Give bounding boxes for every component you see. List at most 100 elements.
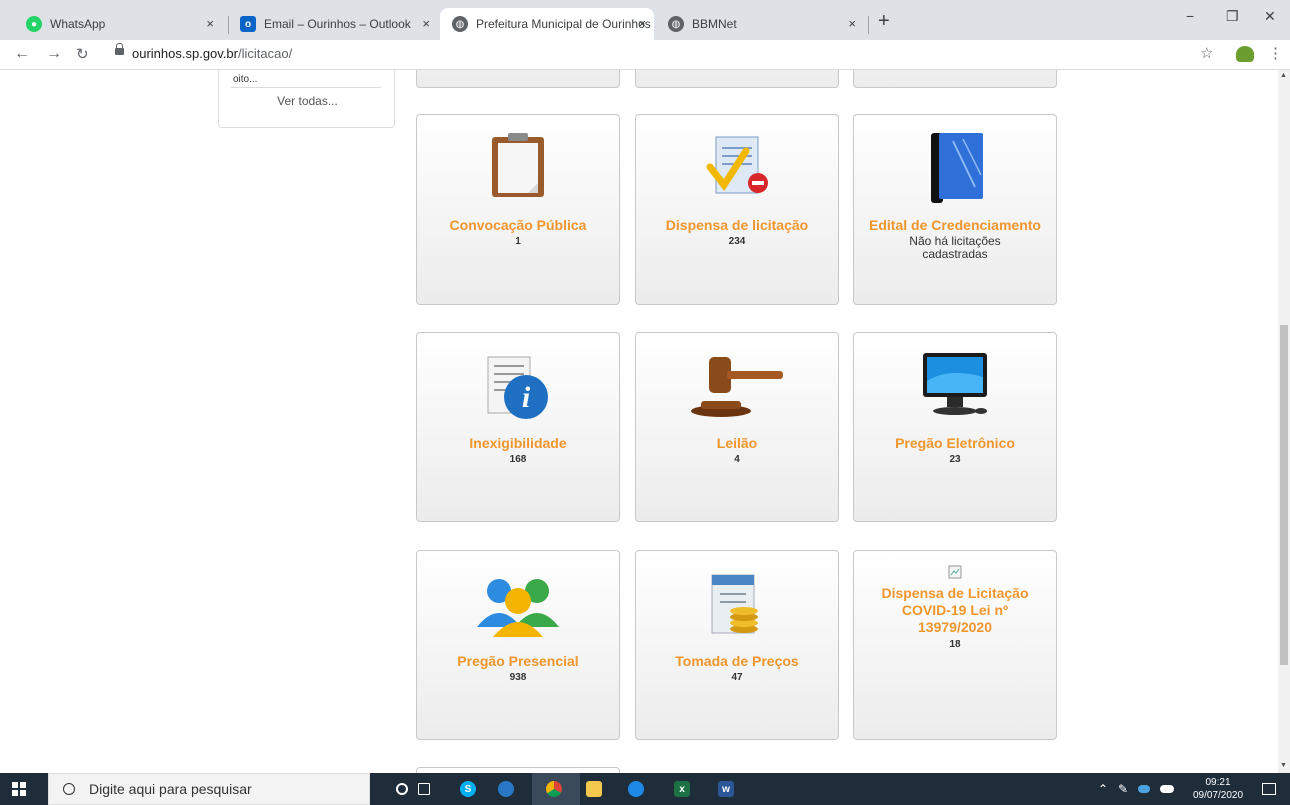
category-title[interactable]: Tomada de Preços <box>636 653 838 669</box>
url-host: ourinhos.sp.gov.br <box>132 46 238 61</box>
category-card-covid[interactable]: Dispensa de Licitação COVID-19 Lei nº 13… <box>853 550 1057 740</box>
tab-whatsapp[interactable]: ● WhatsApp × <box>14 8 224 40</box>
category-card-tomada-precos[interactable]: Tomada de Preços 47 <box>635 550 839 740</box>
category-card-partial[interactable] <box>853 70 1057 88</box>
category-count: 47 <box>731 672 743 683</box>
category-title[interactable]: Pregão Presencial <box>417 653 619 669</box>
new-tab-button[interactable]: + <box>878 10 890 33</box>
restore-icon[interactable]: ❐ <box>1226 8 1239 25</box>
excel-icon[interactable]: x <box>674 781 690 797</box>
category-card-edital[interactable]: Edital de Credenciamento Não há licitaçõ… <box>853 114 1057 305</box>
category-title[interactable]: COVID-19 Lei nº <box>854 602 1056 618</box>
category-count: 168 <box>509 454 527 465</box>
category-title[interactable]: Edital de Credenciamento <box>854 217 1056 233</box>
category-count: 18 <box>949 639 961 650</box>
category-card-pregao-eletronico[interactable]: Pregão Eletrônico 23 <box>853 332 1057 522</box>
forward-icon[interactable]: → <box>46 45 62 63</box>
tab-label: Prefeitura Municipal de Ourinhos <box>476 17 651 31</box>
whatsapp-icon: ● <box>26 16 42 32</box>
category-title[interactable]: Dispensa de licitação <box>636 217 838 233</box>
globe-icon: ◍ <box>668 16 684 32</box>
computer-monitor-icon <box>923 353 987 415</box>
clock-date: 09/07/2020 <box>1192 790 1244 801</box>
scroll-up-icon[interactable]: ▲ <box>1280 72 1287 79</box>
edge-icon[interactable] <box>628 781 644 797</box>
news-sidebar: oito... Ver todas... <box>218 70 395 128</box>
category-title[interactable]: Inexigibilidade <box>417 435 619 451</box>
tab-divider <box>868 16 869 34</box>
category-title[interactable]: Pregão Eletrônico <box>854 435 1056 451</box>
app-icon[interactable] <box>498 781 514 797</box>
reload-icon[interactable]: ↻ <box>76 45 89 63</box>
gavel-icon <box>691 357 783 417</box>
tray-chevron-icon[interactable]: ⌃ <box>1098 782 1108 796</box>
minimize-icon[interactable]: − <box>1186 8 1194 24</box>
file-explorer-icon[interactable] <box>586 781 602 797</box>
close-icon[interactable]: × <box>206 16 214 31</box>
category-count: 1 <box>515 236 521 247</box>
category-count: 23 <box>949 454 961 465</box>
page-scrollbar[interactable]: ▲ ▼ <box>1278 70 1290 773</box>
category-card-leilao[interactable]: Leilão 4 <box>635 332 839 522</box>
scrollbar-thumb[interactable] <box>1280 325 1288 665</box>
chrome-icon[interactable] <box>546 781 562 797</box>
calculator-coins-icon <box>711 574 758 634</box>
close-icon[interactable]: × <box>638 16 646 31</box>
onedrive-icon[interactable] <box>1160 785 1174 793</box>
url-path: /licitacao/ <box>238 46 293 61</box>
task-view-icon[interactable] <box>418 783 430 795</box>
scroll-down-icon[interactable]: ▼ <box>1280 762 1287 769</box>
url-field[interactable]: ourinhos.sp.gov.br/licitacao/ <box>132 46 292 61</box>
taskbar-search-box[interactable]: Digite aqui para pesquisar <box>48 773 370 805</box>
category-title[interactable]: Convocação Pública <box>417 217 619 233</box>
tab-bbmnet[interactable]: ◍ BBMNet × <box>656 8 866 40</box>
tab-label: BBMNet <box>692 17 737 31</box>
clock-time: 09:21 <box>1205 777 1231 788</box>
tab-prefeitura[interactable]: ◍ Prefeitura Municipal de Ourinhos × <box>440 8 654 40</box>
category-count: 938 <box>509 672 527 683</box>
tab-bar: ● WhatsApp × o Email – Ourinhos – Outloo… <box>0 0 1290 40</box>
category-count: 234 <box>728 236 746 247</box>
tab-outlook[interactable]: o Email – Ourinhos – Outlook × <box>228 8 440 40</box>
lock-icon[interactable] <box>115 43 124 55</box>
globe-icon: ◍ <box>452 16 468 32</box>
page-content: oito... Ver todas... Convocação Pública … <box>0 70 1278 773</box>
see-all-link[interactable]: Ver todas... <box>219 94 396 108</box>
browser-menu-icon[interactable]: ⋮ <box>1268 44 1283 62</box>
category-card-convocacao[interactable]: Convocação Pública 1 <box>416 114 620 305</box>
notifications-icon[interactable] <box>1262 783 1276 795</box>
svg-text:i: i <box>522 381 531 414</box>
info-document-icon: i <box>487 356 548 419</box>
category-card-partial[interactable] <box>416 70 620 88</box>
divider <box>231 87 381 88</box>
category-card-pregao-presencial[interactable]: Pregão Presencial 938 <box>416 550 620 740</box>
category-count: 4 <box>734 454 740 465</box>
system-clock[interactable]: 09:21 09/07/2020 <box>1190 776 1246 802</box>
word-icon[interactable]: w <box>718 781 734 797</box>
extension-icon[interactable] <box>1236 46 1254 62</box>
people-icon <box>477 579 559 637</box>
taskbar: Digite aqui para pesquisar S x w ⌃ ✎ 09:… <box>0 773 1290 805</box>
skype-icon[interactable]: S <box>460 781 476 797</box>
tab-label: Email – Ourinhos – Outlook <box>264 17 411 31</box>
windows-start-icon[interactable] <box>12 782 26 796</box>
close-icon[interactable]: × <box>422 16 430 31</box>
category-title[interactable]: Dispensa de Licitação <box>854 585 1056 601</box>
category-card-inexigibilidade[interactable]: i Inexigibilidade 168 <box>416 332 620 522</box>
window-close-icon[interactable]: ✕ <box>1264 8 1276 25</box>
category-title[interactable]: 13979/2020 <box>854 619 1056 635</box>
search-icon <box>63 783 75 795</box>
outlook-icon: o <box>240 16 256 32</box>
cortana-icon[interactable] <box>396 783 408 795</box>
empty-note: cadastradas <box>922 247 988 261</box>
back-icon[interactable]: ← <box>14 45 30 63</box>
network-icon[interactable] <box>1138 785 1150 793</box>
category-card-dispensa[interactable]: Dispensa de licitação 234 <box>635 114 839 305</box>
close-icon[interactable]: × <box>848 16 856 31</box>
search-placeholder: Digite aqui para pesquisar <box>89 781 252 797</box>
category-card-partial[interactable] <box>635 70 839 88</box>
document-check-icon <box>706 136 768 194</box>
pen-icon[interactable]: ✎ <box>1118 782 1128 796</box>
bookmark-star-icon[interactable]: ☆ <box>1200 44 1213 62</box>
category-title[interactable]: Leilão <box>636 435 838 451</box>
